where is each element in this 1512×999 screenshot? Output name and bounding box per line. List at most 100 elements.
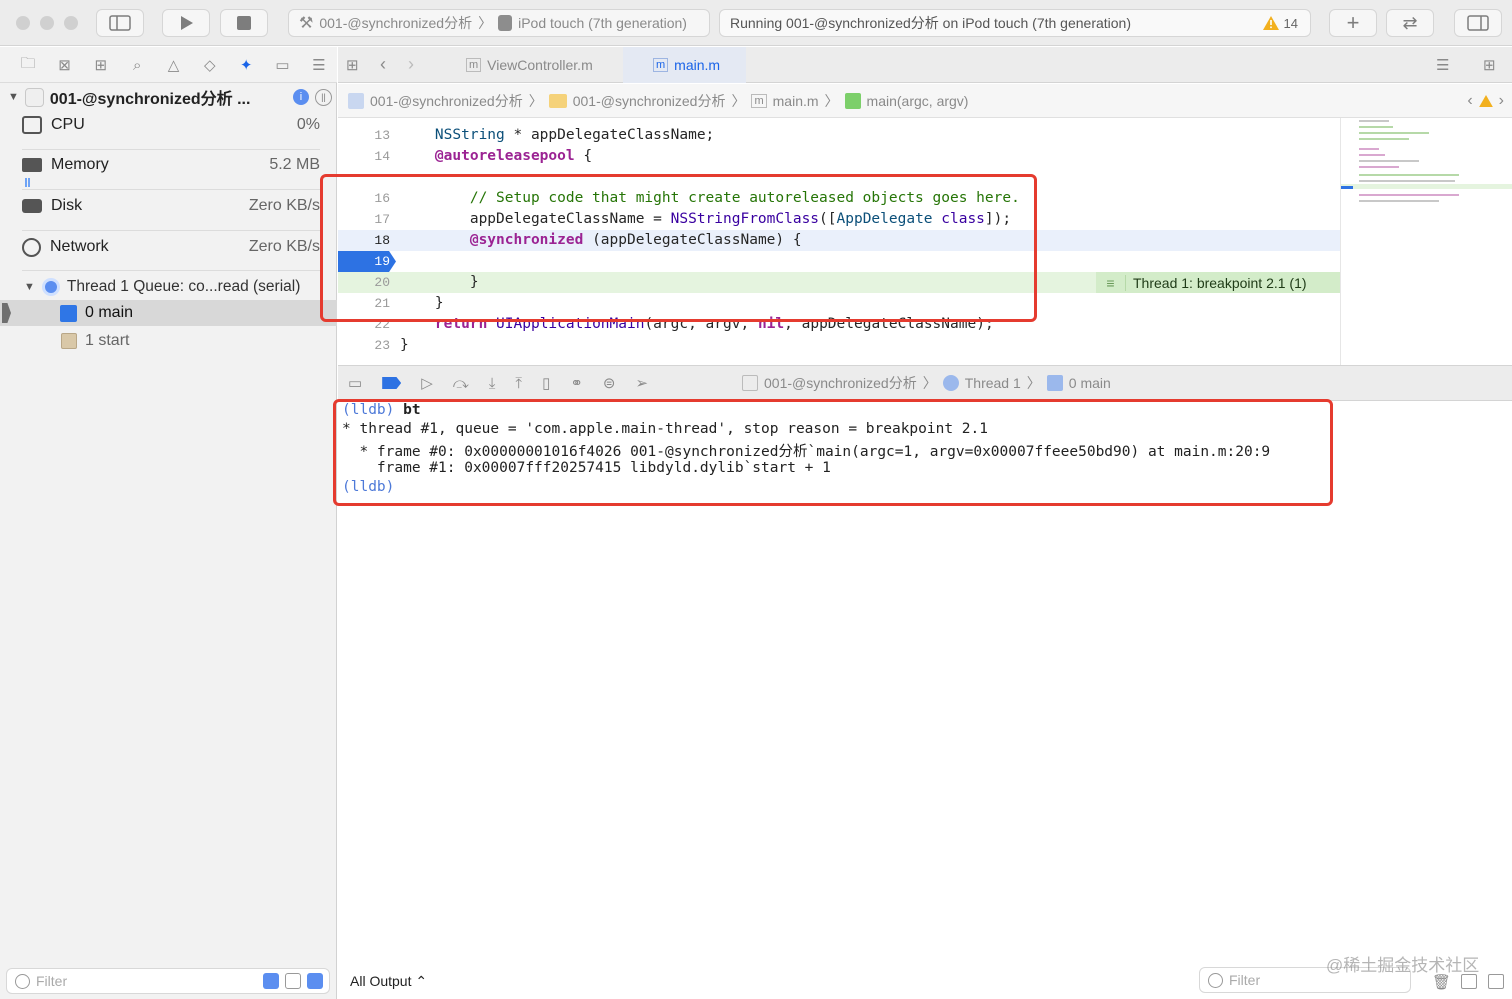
run-button[interactable] — [162, 9, 210, 37]
breakpoints-toggle-icon[interactable] — [382, 377, 402, 389]
gauge-value: 0% — [296, 116, 320, 133]
disk-icon — [22, 199, 42, 213]
chevron-right-icon: 〉 — [1026, 375, 1041, 391]
highlight-box-code — [320, 174, 1037, 322]
stop-icon — [237, 16, 251, 30]
debug-bar: ▭ ▷ ⤼ ⤓ ⤒ ▯ ⚭ ⊜ ➢ 001-@synchronized分析 〉 … — [338, 365, 1512, 401]
test-diamond-icon[interactable]: ◇ — [192, 56, 228, 74]
filter-crashed-icon[interactable] — [263, 973, 279, 989]
step-over-icon[interactable]: ⤼ — [453, 375, 469, 392]
stop-button[interactable] — [220, 9, 268, 37]
gauge-disk[interactable]: Disk Zero KB/s — [22, 195, 320, 217]
function-icon — [844, 92, 861, 109]
minimize-window-button[interactable] — [40, 16, 54, 30]
warnings-indicator[interactable]: 14 — [1262, 16, 1298, 31]
jump-group[interactable]: 001-@synchronized分析 — [573, 91, 726, 111]
gauge-label: Disk — [51, 197, 83, 214]
next-issue-icon[interactable]: › — [1499, 92, 1504, 110]
tab-viewcontroller[interactable]: m ViewController.m — [448, 47, 623, 83]
divider — [22, 189, 320, 190]
sidebar-left-icon — [109, 15, 131, 31]
folder-icon[interactable]: 🗀 — [10, 53, 46, 78]
jump-symbol[interactable]: main(argc, argv) — [867, 93, 969, 109]
tab-main[interactable]: m main.m — [623, 47, 746, 83]
filter-icon — [1208, 972, 1223, 988]
filter-placeholder: Filter — [36, 973, 68, 989]
gauge-value: 5.2 MB — [269, 156, 320, 173]
close-window-button[interactable] — [16, 16, 30, 30]
gauge-cpu[interactable]: CPU 0% — [22, 114, 320, 136]
add-editor-icon[interactable]: ⊞ — [1483, 56, 1496, 74]
scheme-selector[interactable]: ⚒ 001-@synchronized分析 〉 iPod touch (7th … — [288, 9, 710, 37]
info-icon[interactable]: i — [293, 89, 309, 105]
back-chevron-icon[interactable]: ‹ — [380, 54, 386, 75]
gauge-label: CPU — [51, 116, 85, 133]
project-icon — [348, 92, 364, 109]
editor-options-icon[interactable]: ☰ — [1436, 56, 1449, 74]
gauge-memory[interactable]: Memory 5.2 MB — [22, 154, 320, 176]
memory-chip-icon — [22, 158, 42, 172]
debug-crumb-frame[interactable]: 0 main — [1069, 375, 1111, 391]
previous-issue-icon[interactable]: ‹ — [1467, 92, 1472, 110]
highlight-box-console — [333, 399, 1333, 506]
debug-crumb-thread[interactable]: Thread 1 — [965, 375, 1021, 391]
gauge-value: Zero KB/s — [248, 197, 320, 214]
project-icon — [742, 375, 758, 391]
console-footer: All Output ⌃ Filter 🗑 @稀土掘金技术社区 — [338, 956, 1512, 999]
app-process-icon — [24, 87, 44, 107]
code-line: NSString * appDelegateClassName; — [434, 127, 715, 143]
jump-file[interactable]: main.m — [773, 93, 819, 109]
output-selector[interactable]: All Output ⌃ — [350, 973, 427, 990]
objc-file-icon: m — [653, 58, 669, 72]
view-hierarchy-icon[interactable]: ▯ — [542, 374, 550, 392]
source-control-icon[interactable]: ⊠ — [46, 56, 82, 74]
filter-running-icon[interactable] — [285, 973, 301, 989]
thread-row[interactable]: ▼ Thread 1 Queue: co...read (serial) — [24, 276, 334, 298]
continue-icon[interactable]: ▷ — [421, 374, 433, 392]
grid-icon[interactable]: ⊞ — [346, 56, 359, 74]
breakpoint-annotation[interactable]: ≡ Thread 1: breakpoint 2.1 (1) — [1096, 272, 1340, 293]
annotation-menu-icon: ≡ — [1096, 274, 1126, 291]
zoom-window-button[interactable] — [64, 16, 78, 30]
environment-overrides-icon[interactable]: ⊜ — [603, 374, 616, 392]
play-icon — [181, 16, 193, 30]
filter-user-icon[interactable] — [307, 973, 323, 989]
gauge-network[interactable]: Network Zero KB/s — [22, 236, 320, 258]
chevron-right-icon: 〉 — [922, 375, 937, 391]
disclosure-down-icon[interactable]: ▼ — [24, 281, 35, 293]
selected-frame-row[interactable]: 0 main — [0, 300, 337, 326]
tab-label: ViewController.m — [487, 57, 593, 73]
toggle-inspector-button[interactable] — [1454, 9, 1502, 37]
warning-icon[interactable] — [1478, 94, 1493, 107]
debug-spray-icon[interactable]: ✦ — [228, 56, 264, 74]
search-icon[interactable]: ⌕ — [119, 57, 155, 74]
pause-circle-icon[interactable]: || — [315, 88, 332, 106]
divider — [22, 270, 320, 271]
split-right-icon[interactable] — [1488, 974, 1504, 989]
library-button[interactable]: + — [1329, 9, 1377, 37]
disclosure-down-icon[interactable]: ▼ — [8, 91, 19, 103]
thread-label: Thread 1 Queue: co...read (serial) — [66, 278, 301, 295]
breakpoint-tag-icon[interactable]: ▭ — [264, 56, 300, 74]
hide-debug-area-icon[interactable]: ▭ — [348, 374, 362, 392]
frame-label: 1 start — [85, 332, 130, 349]
minimap[interactable] — [1340, 118, 1512, 365]
debug-crumb-project[interactable]: 001-@synchronized分析 — [764, 373, 917, 393]
objc-file-icon: m — [466, 58, 482, 72]
toggle-navigator-button[interactable] — [96, 9, 144, 37]
process-row[interactable]: ▼ 001-@synchronized分析 ... i || — [8, 86, 332, 108]
jump-project[interactable]: 001-@synchronized分析 — [370, 91, 523, 111]
issue-warning-icon[interactable]: △ — [155, 56, 191, 74]
frame-row[interactable]: 1 start — [0, 328, 337, 354]
step-out-icon[interactable]: ⤒ — [515, 375, 522, 392]
memory-graph-icon[interactable]: ⚭ — [570, 374, 583, 392]
hierarchy-icon[interactable]: ⊞ — [83, 56, 119, 74]
code-review-button[interactable]: ⇄ — [1386, 9, 1434, 37]
simulate-location-icon[interactable]: ➢ — [635, 374, 648, 392]
split-left-icon[interactable] — [1461, 974, 1477, 989]
navigator-filter-field[interactable]: Filter — [6, 968, 330, 994]
step-into-icon[interactable]: ⤓ — [489, 375, 496, 392]
report-list-icon[interactable]: ☰ — [301, 56, 337, 74]
forward-chevron-icon[interactable]: › — [408, 54, 414, 75]
plus-icon: + — [1346, 10, 1360, 35]
